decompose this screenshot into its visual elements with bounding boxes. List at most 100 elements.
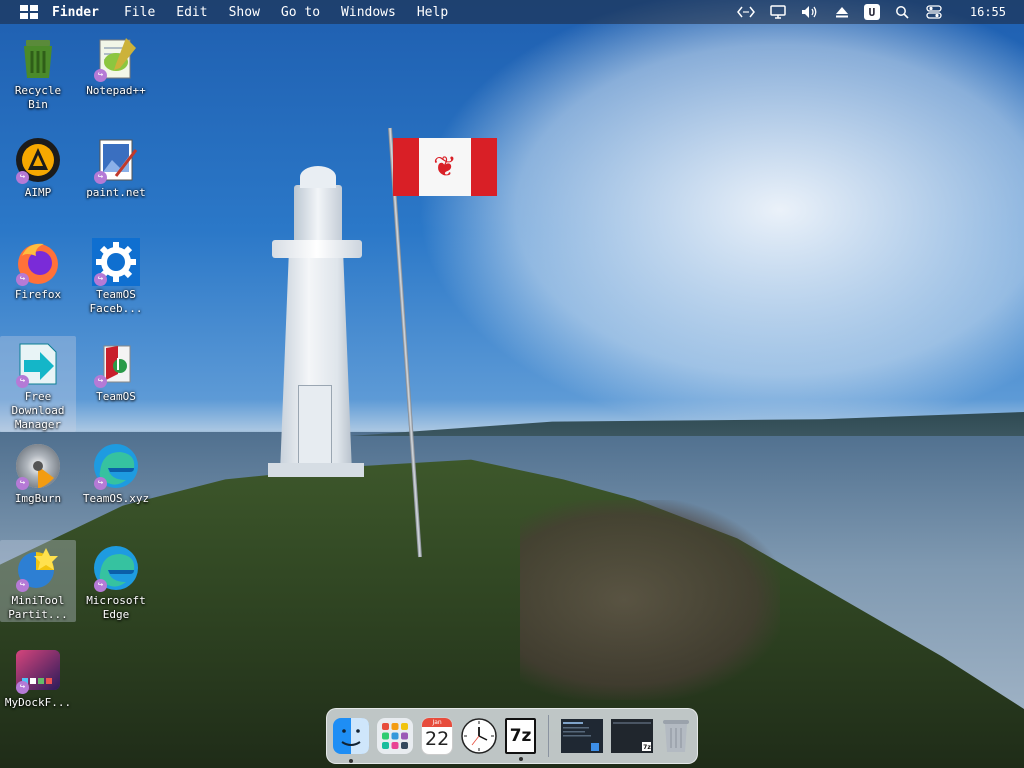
dock-window-thumbnail-1[interactable] bbox=[560, 719, 603, 753]
imgburn-icon: ↪ bbox=[14, 442, 62, 490]
desktop-icon-recycle-bin[interactable]: Recycle Bin bbox=[0, 30, 76, 112]
menu-show[interactable]: Show bbox=[229, 5, 273, 20]
edge-icon: ↪ bbox=[92, 442, 140, 490]
desktop-icon-mydockfinder[interactable]: ↪ MyDockF... bbox=[0, 642, 76, 710]
desktop-icon-teamos[interactable]: ↪ TeamOS bbox=[78, 336, 154, 404]
desktop-icon-label: Microsoft bbox=[86, 594, 146, 607]
desktop-icon-label: Manager bbox=[14, 418, 62, 431]
desktop-icon-notepadpp[interactable]: ↪ Notepad++ bbox=[78, 30, 154, 98]
windows-start-icon[interactable] bbox=[20, 5, 38, 19]
monitor-icon[interactable] bbox=[768, 4, 788, 20]
recycle-bin-icon bbox=[14, 34, 62, 82]
calendar-icon: Jan bbox=[422, 718, 453, 727]
minitool-icon: ↪ bbox=[14, 544, 62, 592]
desktop-icon-aimp[interactable]: ↪ AIMP bbox=[0, 132, 76, 200]
menu-app-name[interactable]: Finder bbox=[52, 5, 112, 20]
menu-file[interactable]: File bbox=[124, 5, 168, 20]
lighthouse-gallery bbox=[272, 240, 362, 258]
control-center-icon[interactable] bbox=[924, 4, 944, 20]
7zip-icon: 7z bbox=[509, 726, 532, 746]
dock-launchpad[interactable] bbox=[377, 718, 413, 754]
desktop-icon-label: Firefox bbox=[14, 288, 62, 301]
shortcut-arrow-icon: ↪ bbox=[16, 579, 29, 592]
launchpad-icon bbox=[377, 718, 413, 754]
shortcut-arrow-icon: ↪ bbox=[94, 273, 107, 286]
desktop-icon-teamos-facebook[interactable]: ↪ TeamOS Faceb... bbox=[78, 234, 154, 316]
gear-icon: ↪ bbox=[92, 238, 140, 286]
menubar-clock[interactable]: 16:55 bbox=[970, 5, 1006, 19]
desktop-icon-firefox[interactable]: ↪ Firefox bbox=[0, 234, 76, 302]
desktop-icon-label: Download bbox=[11, 404, 65, 417]
desktop-icon-label: TeamOS bbox=[96, 390, 136, 403]
mydockfinder-icon: ↪ bbox=[14, 646, 62, 694]
edge-icon: ↪ bbox=[92, 544, 140, 592]
lighthouse-base bbox=[268, 463, 364, 477]
desktop-icon-paintnet[interactable]: ↪ paint.net bbox=[78, 132, 154, 200]
lighthouse-cap bbox=[300, 166, 336, 188]
dock-window-thumbnail-2[interactable]: 7z bbox=[610, 719, 653, 753]
calendar-day: 22 bbox=[424, 728, 450, 750]
menu-windows[interactable]: Windows bbox=[341, 5, 409, 20]
desktop-icon-label: MyDockF... bbox=[4, 696, 72, 709]
menubar: Finder File Edit Show Go to Windows Help… bbox=[0, 0, 1024, 24]
shortcut-arrow-icon: ↪ bbox=[94, 375, 107, 388]
desktop-icon-teamos-xyz[interactable]: ↪ TeamOS.xyz bbox=[78, 438, 154, 506]
network-code-icon[interactable] bbox=[736, 4, 756, 20]
desktop-icon-label: Notepad++ bbox=[86, 84, 146, 97]
clock-icon bbox=[461, 718, 497, 754]
wallpaper-rocks bbox=[520, 500, 780, 700]
teamos-icon: ↪ bbox=[92, 340, 140, 388]
dock-calendar[interactable]: Jan 22 bbox=[421, 717, 454, 755]
menu-edit[interactable]: Edit bbox=[176, 5, 220, 20]
desktop-icon-label: TeamOS bbox=[96, 288, 136, 301]
desktop-icon-minitool[interactable]: ↪ MiniTool Partit... bbox=[0, 540, 76, 622]
desktop-icon-label: Free bbox=[24, 390, 52, 403]
u-badge-icon[interactable]: U bbox=[863, 4, 880, 20]
menu-go-to[interactable]: Go to bbox=[281, 5, 333, 20]
dock-trash[interactable] bbox=[661, 718, 691, 754]
desktop-icon-microsoft-edge[interactable]: ↪ Microsoft Edge bbox=[78, 540, 154, 622]
shortcut-arrow-icon: ↪ bbox=[94, 477, 107, 490]
running-indicator bbox=[349, 759, 353, 763]
desktop-icon-label: TeamOS.xyz bbox=[82, 492, 150, 505]
shortcut-arrow-icon: ↪ bbox=[16, 273, 29, 286]
eject-icon[interactable] bbox=[832, 4, 852, 20]
dock-7zip[interactable]: 7z bbox=[505, 718, 536, 761]
canada-flag bbox=[393, 138, 497, 196]
free-download-manager-icon: ↪ bbox=[14, 340, 62, 388]
desktop-icon-label: Partit... bbox=[8, 608, 68, 621]
shortcut-arrow-icon: ↪ bbox=[94, 579, 107, 592]
dock-clock[interactable] bbox=[461, 718, 497, 754]
notepadpp-icon: ↪ bbox=[92, 34, 140, 82]
paintnet-icon: ↪ bbox=[92, 136, 140, 184]
shortcut-arrow-icon: ↪ bbox=[16, 375, 29, 388]
shortcut-arrow-icon: ↪ bbox=[94, 171, 107, 184]
shortcut-arrow-icon: ↪ bbox=[16, 477, 29, 490]
desktop-icon-label: Bin bbox=[28, 98, 48, 111]
desktop-icon-free-download-manager[interactable]: ↪ Free Download Manager bbox=[0, 336, 76, 432]
search-icon[interactable] bbox=[892, 4, 912, 20]
desktop-icon-label: paint.net bbox=[86, 186, 146, 199]
desktop-icon-imgburn[interactable]: ↪ ImgBurn bbox=[0, 438, 76, 506]
desktop-icon-label: Recycle bbox=[14, 84, 62, 97]
window-thumbnail-7z: 7z bbox=[643, 744, 651, 751]
finder-icon bbox=[333, 718, 369, 754]
speaker-icon[interactable] bbox=[800, 4, 820, 20]
firefox-icon: ↪ bbox=[14, 238, 62, 286]
lighthouse-lantern bbox=[294, 185, 342, 241]
running-indicator bbox=[518, 757, 523, 761]
window-thumbnail-icon bbox=[560, 719, 603, 753]
lighthouse-door bbox=[298, 385, 332, 467]
shortcut-arrow-icon: ↪ bbox=[94, 69, 107, 82]
shortcut-arrow-icon: ↪ bbox=[16, 171, 29, 184]
trash-icon bbox=[662, 720, 689, 752]
desktop-icon-label: ImgBurn bbox=[14, 492, 62, 505]
dock-finder[interactable] bbox=[333, 718, 369, 763]
desktop-icon-label: MiniTool bbox=[11, 594, 65, 607]
menu-help[interactable]: Help bbox=[417, 5, 461, 20]
dock: Jan 22 7z 7z bbox=[326, 708, 698, 764]
aimp-icon: ↪ bbox=[14, 136, 62, 184]
desktop-icon-label: Faceb... bbox=[89, 302, 143, 315]
menubar-tray: U 16:55 bbox=[736, 4, 1024, 20]
dock-separator bbox=[547, 715, 549, 757]
